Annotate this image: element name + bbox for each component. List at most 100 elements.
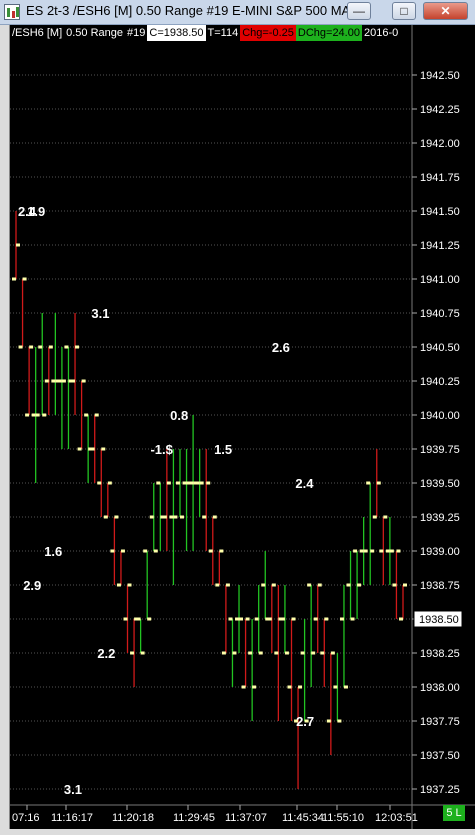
open-tick xyxy=(140,651,145,655)
close-tick xyxy=(221,651,226,655)
info-range: 0.50 Range xyxy=(66,27,124,39)
open-tick xyxy=(403,583,407,587)
close-tick xyxy=(280,617,285,621)
close-tick xyxy=(64,345,69,349)
current-price-label: 1938.50 xyxy=(419,614,459,626)
open-tick xyxy=(206,481,211,485)
close-tick xyxy=(38,345,43,349)
y-tick-label: 1939.00 xyxy=(420,546,460,558)
bar-annotation: -1.$ xyxy=(150,442,173,457)
close-tick xyxy=(12,277,16,281)
close-tick xyxy=(215,583,220,587)
y-tick-label: 1942.00 xyxy=(420,138,460,150)
info-change: Chg=-0.25 xyxy=(240,25,296,41)
x-tick-label: 07:16 xyxy=(12,812,40,824)
open-tick xyxy=(107,481,112,485)
close-tick xyxy=(353,549,358,553)
close-tick xyxy=(103,515,108,519)
close-tick xyxy=(261,583,266,587)
x-tick-label: 11:16:17 xyxy=(51,812,93,824)
open-tick xyxy=(271,583,276,587)
close-tick xyxy=(287,685,292,689)
minimize-icon[interactable]: — xyxy=(347,2,371,20)
open-tick xyxy=(16,243,20,247)
y-tick-label: 1937.75 xyxy=(420,716,460,728)
open-tick xyxy=(343,685,348,689)
close-tick xyxy=(339,617,344,621)
bar-annotation: 2.7 xyxy=(296,714,314,729)
x-tick-label: 12:03:51 xyxy=(375,812,418,824)
chart-infobar: /ESH6 [M] 0.50 Range #19 C=1938.50 T=114 Chg=… xyxy=(10,25,400,41)
close-tick xyxy=(333,685,338,689)
y-tick-label: 1939.75 xyxy=(420,444,460,456)
open-tick xyxy=(81,379,86,383)
window-bottom-border xyxy=(0,829,475,835)
x-tick-label: 11:45:34 xyxy=(282,812,324,824)
close-tick xyxy=(241,685,246,689)
chart-area[interactable]: 1942.50 1942.25 1942.00 1941.75 1941.50 1941.… xyxy=(10,25,475,829)
close-tick xyxy=(399,617,403,621)
open-tick xyxy=(239,617,244,621)
open-tick xyxy=(75,345,80,349)
y-tick-label: 1940.00 xyxy=(420,410,460,422)
open-tick xyxy=(94,413,99,417)
open-tick xyxy=(42,413,47,417)
close-tick xyxy=(169,515,174,519)
open-tick xyxy=(357,583,362,587)
bar-annotation: 0.8 xyxy=(170,408,188,423)
y-tick-label: 1938.00 xyxy=(420,682,460,694)
price-chart[interactable]: 1942.50 1942.25 1942.00 1941.75 1941.50 1941.… xyxy=(10,25,475,829)
open-tick xyxy=(376,481,381,485)
status-badge[interactable]: 5 L xyxy=(443,805,465,821)
close-tick xyxy=(202,515,207,519)
y-tick-label: 1941.75 xyxy=(420,172,460,184)
info-date: 2016-0 xyxy=(363,27,399,39)
y-tick-label: 1939.25 xyxy=(420,512,460,524)
close-tick xyxy=(195,481,200,485)
close-tick xyxy=(235,617,240,621)
bar-annotation: 1.5 xyxy=(214,442,232,457)
maximize-icon[interactable]: □ xyxy=(392,2,416,20)
close-tick xyxy=(130,651,135,655)
close-tick xyxy=(162,515,167,519)
open-tick xyxy=(245,617,250,621)
close-tick xyxy=(359,549,364,553)
close-tick xyxy=(346,583,351,587)
app-chart-icon[interactable] xyxy=(4,4,20,20)
open-tick xyxy=(120,549,125,553)
close-tick xyxy=(57,379,62,383)
y-tick-label: 1938.25 xyxy=(420,648,460,660)
close-tick xyxy=(18,345,23,349)
y-tick-label: 1940.25 xyxy=(420,376,460,388)
bar-annotation: 3.1 xyxy=(91,306,109,321)
open-tick xyxy=(212,515,217,519)
close-tick xyxy=(208,549,213,553)
x-tick-label: 11:55:10 xyxy=(322,812,364,824)
open-tick xyxy=(363,549,368,553)
close-tick xyxy=(97,481,102,485)
close-tick xyxy=(379,549,384,553)
close-tick xyxy=(307,583,312,587)
open-tick xyxy=(350,617,355,621)
open-tick xyxy=(179,515,184,519)
y-tick-label: 1942.50 xyxy=(420,70,460,82)
close-tick xyxy=(182,481,187,485)
x-tick-label: 11:29:45 xyxy=(173,812,215,824)
open-tick xyxy=(232,651,237,655)
open-tick xyxy=(61,379,66,383)
y-tick-label: 1937.50 xyxy=(420,750,460,762)
open-tick xyxy=(337,719,342,723)
open-tick xyxy=(330,651,335,655)
close-tick xyxy=(136,617,141,621)
open-tick xyxy=(396,549,401,553)
open-tick xyxy=(383,515,388,519)
close-tick xyxy=(156,481,161,485)
close-tick xyxy=(149,515,154,519)
open-tick xyxy=(35,413,40,417)
open-tick xyxy=(225,583,230,587)
info-daily-change: DChg=24.00 xyxy=(295,25,362,41)
bar-annotation: 3.1 xyxy=(64,782,82,797)
open-tick xyxy=(324,617,329,621)
open-tick xyxy=(114,515,119,519)
close-icon[interactable]: ✕ xyxy=(423,2,468,20)
